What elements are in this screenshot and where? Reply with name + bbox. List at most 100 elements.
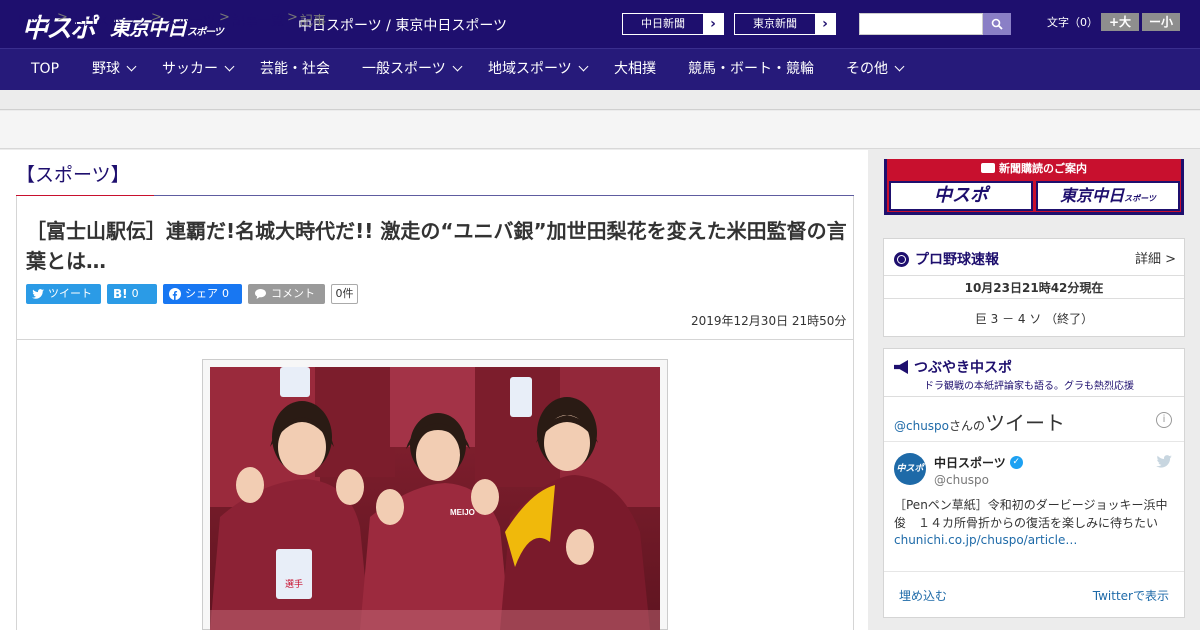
section-title: 【スポーツ】 xyxy=(16,164,130,186)
subscription-ad[interactable]: 新聞購読のご案内 中スポ 東京中日スポーツ xyxy=(884,159,1184,215)
chevron-down-icon xyxy=(224,61,235,72)
hatena-count: 0 xyxy=(131,287,139,300)
newspaper-icon xyxy=(981,163,995,173)
tweets-title: つぶやき中スポ xyxy=(914,360,1012,376)
baseball-scores-widget: プロ野球速報 詳細 > 10月23日21時42分現在 巨 3 － 4 ソ （終了… xyxy=(883,238,1185,337)
tweets-subtitle: ドラ観戦の本紙評論家も語る。グラも熱烈応援 xyxy=(924,381,1134,392)
facebook-share-button[interactable]: シェア 0 xyxy=(163,284,242,304)
chevron-down-icon xyxy=(452,61,463,72)
tweet-link[interactable]: chunichi.co.jp/chuspo/article… xyxy=(894,533,1077,547)
breadcrumb-separator: > xyxy=(57,10,68,25)
baseball-icon xyxy=(894,251,909,267)
baseball-score[interactable]: 巨 3 － 4 ソ （終了） xyxy=(884,310,1184,327)
nav-item-sumo[interactable]: 大相撲 xyxy=(614,49,656,91)
nav-label: 芸能・社会 xyxy=(260,61,330,77)
nav-item-baseball[interactable]: 野球 xyxy=(92,49,137,91)
chevron-down-icon xyxy=(126,61,137,72)
nav-item-top[interactable]: TOP xyxy=(31,49,59,91)
nav-item-general-sports[interactable]: 一般スポーツ xyxy=(362,49,463,91)
spacer-strip xyxy=(0,90,1200,110)
tokyo-shimbun-link[interactable]: 東京新聞 › xyxy=(734,13,836,35)
article-headline: ［富士山駅伝］連覇だ!名城大時代だ!! 激走の“ユニバ銀”加世田梨花を変えた米田… xyxy=(26,219,847,273)
comment-button[interactable]: コメント xyxy=(248,284,325,304)
account-name: 中日スポーツ xyxy=(934,456,1006,470)
timeline-heading-text: ツイート xyxy=(985,411,1066,435)
twitter-bird-icon xyxy=(32,289,44,299)
megaphone-icon xyxy=(894,360,908,374)
chevron-right-icon: › xyxy=(710,16,716,32)
info-icon[interactable]: i xyxy=(1156,412,1172,428)
nav-item-soccer[interactable]: サッカー xyxy=(162,49,235,91)
ad-title: 新聞購読のご案内 xyxy=(887,159,1181,179)
nav-label: 野球 xyxy=(92,61,120,77)
timeline-heading: @chuspoさんのツイート xyxy=(894,407,1065,436)
tweets-divider xyxy=(884,441,1184,442)
embed-link[interactable]: 埋め込む xyxy=(899,587,947,604)
nav-label: その他 xyxy=(846,61,888,77)
nav-item-racing[interactable]: 競馬・ボート・競輪 xyxy=(688,49,814,91)
font-larger-button[interactable]: +大 xyxy=(1101,13,1139,31)
search-icon xyxy=(991,18,1003,30)
baseball-header: プロ野球速報 xyxy=(894,249,999,269)
bib-text: 選手 xyxy=(285,578,303,589)
breadcrumb-top[interactable]: トップ xyxy=(15,10,54,29)
nav-label: サッカー xyxy=(162,61,218,77)
nav-label: TOP xyxy=(31,61,60,77)
baseball-title: プロ野球速報 xyxy=(915,252,999,268)
nav-label: 競馬・ボート・競輪 xyxy=(688,61,814,77)
chunichi-shimbun-link[interactable]: 中日新聞 › xyxy=(622,13,724,35)
twitter-bird-icon[interactable] xyxy=(1156,455,1172,468)
breadcrumb xyxy=(0,111,1200,149)
breadcrumb-separator: > xyxy=(151,10,162,25)
chevron-right-icon: › xyxy=(822,16,828,32)
baseball-detail-link[interactable]: 詳細 > xyxy=(1135,248,1176,267)
hatena-bookmark-button[interactable]: B! 0 xyxy=(107,284,157,304)
breadcrumb-separator: > xyxy=(287,10,298,25)
breadcrumb-chunichi-sports[interactable]: 中日スポーツ xyxy=(70,10,148,29)
avatar[interactable]: 中スポ xyxy=(894,453,926,485)
nav-item-entertainment[interactable]: 芸能・社会 xyxy=(260,49,330,91)
account-handle[interactable]: @chuspo xyxy=(934,473,989,487)
nav-item-local-sports[interactable]: 地域スポーツ xyxy=(488,49,589,91)
nav-label: 一般スポーツ xyxy=(362,61,446,77)
view-on-twitter-link[interactable]: Twitterで表示 xyxy=(1093,587,1169,604)
article-divider xyxy=(16,339,854,340)
search-input[interactable] xyxy=(859,13,983,35)
nav-label: 地域スポーツ xyxy=(488,61,572,77)
hatena-icon: B! xyxy=(113,287,128,301)
ad-chuspo-logo: 中スポ xyxy=(889,181,1033,211)
chevron-down-icon xyxy=(894,61,905,72)
tweets-divider xyxy=(884,571,1184,572)
comment-label: コメント xyxy=(271,287,315,300)
account-name-row[interactable]: 中日スポーツ ✓ xyxy=(934,454,1023,471)
baseball-divider xyxy=(884,298,1184,299)
nav-label: 大相撲 xyxy=(614,61,656,77)
tweets-header: つぶやき中スポ xyxy=(894,357,1012,377)
ad-tokyo-logo: 東京中日スポーツ xyxy=(1036,181,1180,211)
tweet-label: ツイート xyxy=(48,287,92,300)
timeline-handle-suffix: さんの xyxy=(949,419,986,433)
nav-item-other[interactable]: その他 xyxy=(846,49,905,91)
font-smaller-button[interactable]: ー小 xyxy=(1142,13,1180,31)
verified-badge-icon: ✓ xyxy=(1009,456,1023,469)
timeline-handle[interactable]: @chuspo xyxy=(894,419,949,433)
breadcrumb-sports[interactable]: スポーツ xyxy=(164,10,216,29)
article-photo[interactable]: 選手 MEIJO xyxy=(210,367,660,630)
breadcrumb-separator: > xyxy=(219,10,230,25)
site-links[interactable]: 中日スポーツ / 東京中日スポーツ xyxy=(298,15,507,35)
tweet-text: ［Penペン草紙］令和初のダービージョッキー浜中俊 １４カ所骨折からの復活を楽し… xyxy=(894,498,1168,530)
facebook-icon xyxy=(169,288,181,300)
search-button[interactable] xyxy=(983,13,1011,35)
comment-count: 0件 xyxy=(331,284,358,304)
breadcrumb-article-list[interactable]: 記事一覧 xyxy=(232,10,284,29)
tweet-button[interactable]: ツイート xyxy=(26,284,101,304)
baseball-updated: 10月23日21時42分現在 xyxy=(964,281,1104,295)
ext-link-label: 中日新聞 xyxy=(623,14,703,34)
tweets-divider xyxy=(884,396,1184,397)
tweets-widget: つぶやき中スポ ドラ観戦の本紙評論家も語る。グラも熱烈応援 @chuspoさんの… xyxy=(883,348,1185,618)
comment-bubble-icon xyxy=(255,289,266,299)
baseball-divider xyxy=(884,275,1184,276)
jersey-badge-text: MEIJO xyxy=(450,508,475,517)
facebook-label: シェア xyxy=(185,287,218,300)
main-nav: TOP 野球 サッカー 芸能・社会 一般スポーツ 地域スポーツ 大相撲 競馬・ボ… xyxy=(0,48,1200,90)
